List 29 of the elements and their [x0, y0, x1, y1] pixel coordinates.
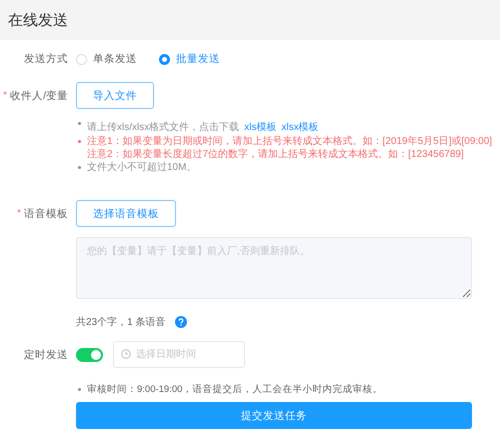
bullet-icon: [78, 166, 81, 169]
review-note: 审核时间：9:00-19:00，语音提交后，人工会在半小时内完成审核。: [87, 383, 382, 396]
import-file-button[interactable]: 导入文件: [76, 82, 154, 109]
char-count: 共23个字，1 条语音: [76, 316, 166, 329]
help-icon[interactable]: [175, 316, 188, 328]
note-text: 请上传xls/xlsx格式文件，点击下载: [87, 122, 240, 133]
field-label: 语音模板: [24, 206, 68, 220]
required-asterisk: *: [17, 208, 21, 219]
page-title: 在线发送: [8, 10, 68, 30]
radio-button[interactable]: [159, 54, 170, 64]
toggle-switch[interactable]: [76, 348, 103, 362]
required-asterisk: *: [3, 90, 8, 101]
field-label: 发送方式: [24, 52, 68, 66]
radio-label[interactable]: 批量发送: [176, 52, 220, 66]
bullet-icon: [78, 140, 81, 143]
date-time-field[interactable]: 选择日期时间: [113, 341, 245, 368]
bullet-icon: [78, 122, 81, 125]
select-template-button[interactable]: 选择语音模板: [76, 200, 176, 227]
template-link[interactable]: xlsx模板: [281, 122, 319, 133]
field-label: 收件人/变量: [10, 88, 68, 102]
note-text: 文件大小不可超过10M。: [87, 161, 196, 174]
bullet-icon: [78, 388, 81, 391]
note-text: 注意1：如果变量为日期或时间，请加上括号来转成文本格式。如：[2019年5月5日]或[09:00]: [87, 135, 492, 148]
field-label: 定时发送: [24, 348, 68, 362]
clock-icon: [121, 349, 131, 359]
radio-label[interactable]: 单条发送: [93, 52, 137, 66]
submit-button[interactable]: 提交发送任务: [76, 402, 472, 429]
note-text: 注意2：如果变量长度超过7位的数字，请加上括号来转成文本格式。如：[123456789]: [87, 148, 465, 161]
template-link[interactable]: xls模板: [244, 122, 276, 133]
